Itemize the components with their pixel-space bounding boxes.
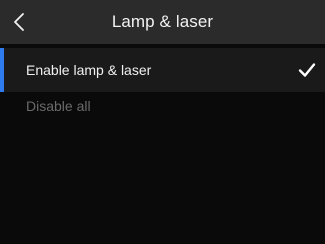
- options-list: Enable lamp & laser Disable all: [0, 44, 325, 244]
- option-disable-all[interactable]: Disable all: [0, 88, 325, 132]
- selection-indicator: [0, 48, 4, 92]
- option-label: Disable all: [26, 98, 91, 114]
- page-title: Lamp & laser: [111, 12, 214, 31]
- top-bar: Lamp & laser: [0, 0, 325, 44]
- checkmark-icon: [298, 63, 316, 77]
